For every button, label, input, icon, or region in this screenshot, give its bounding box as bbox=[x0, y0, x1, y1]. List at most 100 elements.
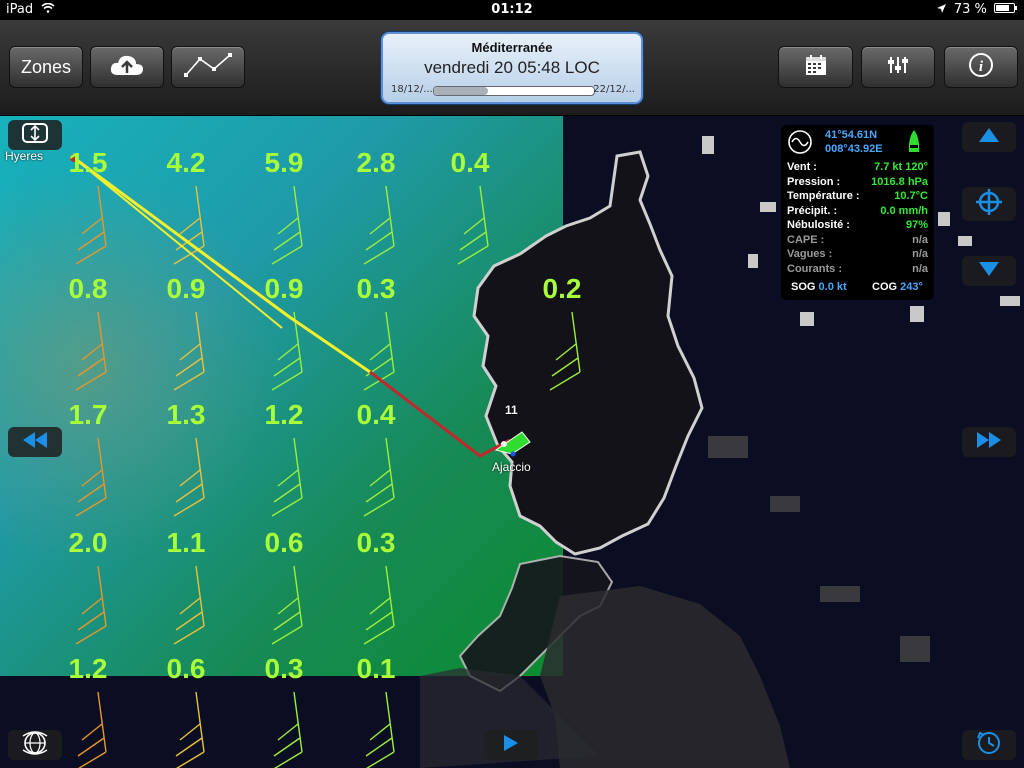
cog-label: COG bbox=[872, 281, 898, 293]
info-row-label: CAPE : bbox=[787, 233, 825, 246]
info-row-value: 7.7 kt 120° bbox=[874, 161, 928, 173]
info-row-label: Vagues : bbox=[787, 248, 833, 260]
timeline-slider[interactable] bbox=[433, 86, 595, 96]
info-row-label: Pression : bbox=[787, 175, 841, 188]
location-icon bbox=[936, 2, 950, 17]
cloud-upload-button[interactable] bbox=[90, 46, 164, 88]
range-start: 18/12/... bbox=[391, 84, 433, 95]
wind-value-label: 0.9 bbox=[265, 273, 304, 304]
info-row: Pression : 1016.8 hPa bbox=[787, 176, 928, 190]
wind-value-label: 0.4 bbox=[451, 147, 490, 178]
play-icon bbox=[503, 734, 519, 756]
info-row: Courants : n/a bbox=[787, 263, 928, 277]
timeline-fill bbox=[434, 87, 489, 95]
status-bar: iPad 01:12 73 % bbox=[0, 0, 1024, 20]
sog-label: SOG bbox=[791, 281, 816, 293]
info-row: Vent : 7.7 kt 120° bbox=[787, 161, 928, 175]
route-button[interactable] bbox=[171, 46, 245, 88]
boat-icon bbox=[907, 129, 921, 156]
wind-value-label: 1.5 bbox=[69, 147, 108, 178]
calendar-button[interactable] bbox=[778, 46, 853, 88]
info-button[interactable]: i bbox=[944, 46, 1018, 88]
info-row-value: n/a bbox=[912, 233, 928, 246]
globe-button[interactable] bbox=[8, 730, 62, 760]
info-row-value: 0.0 mm/h bbox=[880, 204, 928, 217]
wind-value-label: 1.1 bbox=[167, 527, 206, 558]
end-label: Ajaccio bbox=[492, 460, 531, 474]
position-coordinates: 41°54.61N 008°43.92E bbox=[825, 128, 883, 156]
fast-forward-icon bbox=[976, 431, 1002, 453]
pan-down-button[interactable] bbox=[962, 256, 1016, 286]
info-row-value: n/a bbox=[912, 262, 928, 275]
sog-value: 0.0 kt bbox=[818, 281, 847, 293]
wind-value-label: 5.9 bbox=[265, 147, 304, 178]
pan-up-button[interactable] bbox=[962, 122, 1016, 152]
info-icon: i bbox=[968, 52, 994, 83]
info-row-label: Courants : bbox=[787, 262, 842, 275]
status-time: 01:12 bbox=[491, 2, 533, 17]
longitude: 008°43.92E bbox=[825, 143, 883, 155]
sea-overlay bbox=[0, 116, 563, 676]
forecast-panel[interactable]: Méditerranée vendredi 20 05:48 LOC 18/12… bbox=[381, 32, 643, 104]
info-row-label: Température : bbox=[787, 190, 860, 202]
wind-value-label: 0.6 bbox=[265, 527, 304, 558]
info-row-label: Vent : bbox=[787, 161, 817, 173]
zones-button[interactable]: Zones bbox=[9, 46, 83, 88]
svg-text:i: i bbox=[979, 59, 984, 75]
battery-icon bbox=[994, 2, 1018, 17]
wind-value-label: 1.7 bbox=[69, 399, 108, 430]
settings-button[interactable] bbox=[861, 46, 935, 88]
status-right: 73 % bbox=[936, 0, 1018, 20]
info-row-value: n/a bbox=[912, 248, 928, 260]
toolbar: Zones Méditerranée vendredi 20 05:48 LOC… bbox=[0, 20, 1024, 116]
cloud-upload-icon bbox=[109, 53, 145, 82]
battery-percent: 73 % bbox=[953, 2, 987, 17]
wind-value-label: 0.3 bbox=[265, 653, 304, 684]
wind-value-label: 0.9 bbox=[167, 273, 206, 304]
wind-value-label: 2.8 bbox=[357, 147, 396, 178]
wind-value-label: 4.2 bbox=[167, 147, 206, 178]
sliders-icon bbox=[887, 55, 909, 80]
rewind-button[interactable] bbox=[8, 427, 62, 457]
info-row-label: Précipit. : bbox=[787, 204, 838, 217]
calendar-icon bbox=[805, 54, 827, 81]
wind-value-label: 0.2 bbox=[543, 273, 582, 304]
info-row: Nébulosité : 97% bbox=[787, 219, 928, 233]
clock-button[interactable] bbox=[962, 730, 1016, 760]
cog: COG 243° bbox=[872, 281, 923, 293]
wind-value-label: 0.1 bbox=[357, 653, 396, 684]
latitude: 41°54.61N bbox=[825, 129, 878, 141]
wind-value-label: 0.3 bbox=[357, 273, 396, 304]
start-label: Hyeres bbox=[5, 149, 44, 163]
arrow-up-icon bbox=[978, 127, 1000, 147]
wind-value-label: 1.2 bbox=[265, 399, 304, 430]
globe-rotate-icon bbox=[21, 730, 49, 760]
zone-title: Méditerranée bbox=[471, 40, 553, 55]
layers-button[interactable] bbox=[8, 120, 62, 150]
clock-icon bbox=[976, 730, 1002, 760]
fast-forward-button[interactable] bbox=[962, 427, 1016, 457]
info-row-value: 10.7°C bbox=[894, 190, 928, 202]
wind-value-label: 0.3 bbox=[357, 527, 396, 558]
current-marker-label: 11 bbox=[505, 403, 518, 417]
info-row: Précipit. : 0.0 mm/h bbox=[787, 205, 928, 219]
forecast-date: vendredi 20 05:48 LOC bbox=[424, 58, 600, 77]
wind-value-label: 0.8 bbox=[69, 273, 108, 304]
wind-value-label: 2.0 bbox=[69, 527, 108, 558]
info-row-value: 97% bbox=[905, 219, 928, 231]
layers-icon bbox=[21, 121, 49, 149]
play-button[interactable] bbox=[484, 730, 538, 760]
info-row-value: 1016.8 hPa bbox=[871, 175, 928, 188]
crosshair-icon bbox=[975, 188, 1003, 220]
point-info-panel: 41°54.61N 008°43.92E Vent : 7.7 kt 120° Pr… bbox=[781, 125, 934, 300]
info-row: Température : 10.7°C bbox=[787, 190, 928, 204]
center-button[interactable] bbox=[962, 187, 1016, 221]
cog-value: 243° bbox=[900, 281, 923, 293]
wind-value-label: 0.4 bbox=[357, 399, 396, 430]
wind-value-label: 1.3 bbox=[167, 399, 206, 430]
route-icon bbox=[182, 51, 234, 84]
range-end: 22/12/... bbox=[593, 84, 635, 95]
rewind-icon bbox=[22, 431, 48, 453]
chart-wave-icon[interactable] bbox=[787, 129, 813, 158]
info-row: Vagues : n/a bbox=[787, 248, 928, 262]
